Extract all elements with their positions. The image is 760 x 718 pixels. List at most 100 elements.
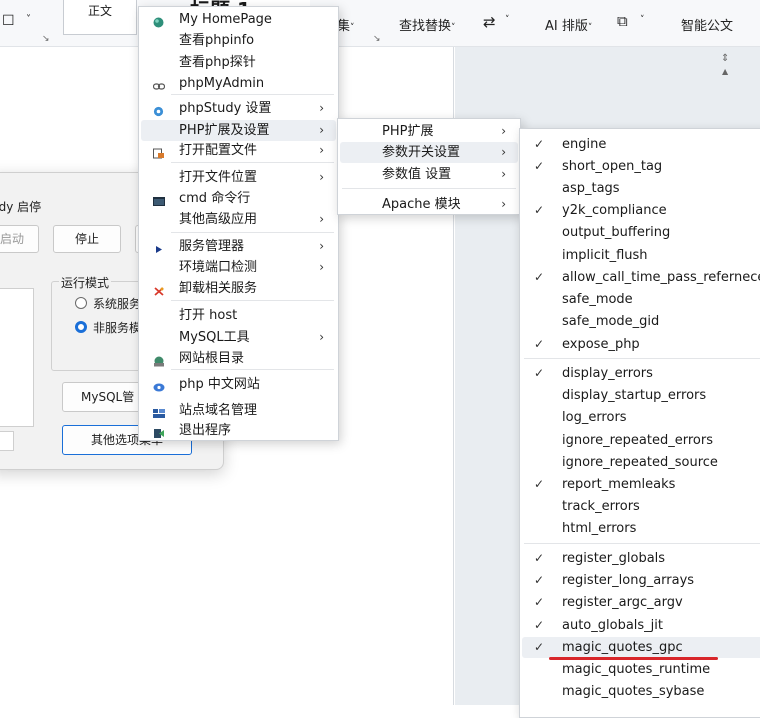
menu-item-10[interactable]: 其他高级应用 › [141,209,336,230]
menu-item-label: ignore_repeated_source [562,455,718,470]
menu-item-17[interactable]: php 中文网站 [141,374,336,395]
menu-item-9[interactable]: cmd 命令行 [141,188,336,209]
menu-item-label: 参数值 设置 [382,167,452,182]
menu-item-label: register_argc_argv [562,595,683,610]
param-engine[interactable]: ✓ engine [522,134,760,155]
chevron-down-icon: ˅ [350,23,355,33]
menu-separator [524,358,760,359]
param-display-startup-errors[interactable]: display_startup_errors [522,385,760,406]
stop-button[interactable]: 停止 [53,225,121,253]
menu-item-11[interactable]: 服务管理器 › [141,236,336,257]
menu-item-18[interactable]: 站点域名管理 [141,400,336,421]
chevron-right-icon: › [319,123,324,137]
chevron-right-icon: › [319,143,324,157]
menu-separator [342,188,516,189]
menu-item-label: 打开文件位置 [179,170,258,185]
php-submenu-item-4[interactable]: Apache 模块 › [340,194,518,215]
menu-item-8[interactable]: 打开文件位置 › [141,167,336,188]
menu-item-6[interactable]: PHP扩展及设置 › [141,120,336,141]
param-auto-globals-jit[interactable]: ✓ auto_globals_jit [522,615,760,636]
check-icon: ✓ [534,159,545,173]
php-submenu-item-1[interactable]: PHP扩展 › [340,121,518,142]
menu-item-label: safe_mode_gid [562,314,660,329]
param-short-open-tag[interactable]: ✓ short_open_tag [522,156,760,177]
menu-item-label: asp_tags [562,181,620,196]
scroll-up-icon[interactable]: ▲ [722,67,728,76]
param-log-errors[interactable]: log_errors [522,407,760,428]
param-y2k-compliance[interactable]: ✓ y2k_compliance [522,200,760,221]
param-expose-php[interactable]: ✓ expose_php [522,334,760,355]
menu-item-label: MySQL工具 [179,330,250,345]
php-submenu-item-2[interactable]: 参数开关设置 › [340,142,518,163]
paragraph-icon[interactable]: ☐ [2,13,15,29]
menu-item-label: safe_mode [562,292,633,307]
param-register-globals[interactable]: ✓ register_globals [522,548,760,569]
chevron-right-icon: › [501,145,506,159]
panel-scroll-controls[interactable]: ⇕ ▲ [716,47,738,127]
param-safe-mode-gid[interactable]: safe_mode_gid [522,311,760,332]
menu-item-19[interactable]: 退出程序 [141,420,336,441]
link-icon [152,78,166,90]
param-implicit-flush[interactable]: implicit_flush [522,245,760,266]
exit-icon [153,425,164,438]
param-ignore-repeated-errors[interactable]: ignore_repeated_errors [522,430,760,451]
stop-button-label: 停止 [74,232,99,246]
annotation-underline [549,657,718,660]
menu-item-12[interactable]: 环境端口检测 › [141,257,336,278]
folder-globe-icon [153,353,164,367]
menu-item-14[interactable]: 打开 host [141,305,336,326]
param-magic-quotes-runtime[interactable]: magic_quotes_runtime [522,659,760,680]
chevron-right-icon: › [501,197,506,211]
menu-separator [171,162,334,163]
non-service-label: 非服务模 [93,321,142,335]
find-replace-button[interactable]: 查找替换˅ [399,15,456,34]
menu-item-label: 打开 host [179,308,238,323]
convert-icon[interactable]: ⇄ [483,13,496,31]
chevron-down-icon[interactable]: ˅ [640,15,645,25]
menu-item-3[interactable]: 查看php探针 [141,52,336,73]
param-register-long-arrays[interactable]: ✓ register_long_arrays [522,570,760,591]
chevron-down-icon[interactable]: ˅ [26,14,31,25]
collection-button[interactable]: 集˅ [337,15,355,34]
php-submenu-item-3[interactable]: 参数值 设置 › [340,164,518,185]
menu-item-5[interactable]: phpStudy 设置 › [141,98,336,119]
menu-item-15[interactable]: MySQL工具 › [141,327,336,348]
system-service-radio[interactable] [75,297,87,309]
param-report-memleaks[interactable]: ✓ report_memleaks [522,474,760,495]
param-display-errors[interactable]: ✓ display_errors [522,363,760,384]
menu-item-16[interactable]: 网站根目录 [141,348,336,369]
param-html-errors[interactable]: html_errors [522,518,760,539]
collapse-icon[interactable]: ⇕ [721,53,729,64]
param-output-buffering[interactable]: output_buffering [522,222,760,243]
param-magic-quotes-sybase[interactable]: magic_quotes_sybase [522,681,760,702]
dialog-launcher-icon[interactable]: ↘ [373,34,381,44]
param-ignore-repeated-source[interactable]: ignore_repeated_source [522,452,760,473]
run-mode-label: 运行模式 [59,274,112,291]
chevron-right-icon: › [319,212,324,226]
menu-item-label: php 中文网站 [179,377,260,392]
ai-layout-button[interactable]: AI 排版˅ [545,15,592,34]
param-safe-mode[interactable]: safe_mode [522,289,760,310]
menu-item-13[interactable]: 卸载相关服务 [141,278,336,299]
menu-item-2[interactable]: 查看phpinfo [141,30,336,51]
param-asp-tags[interactable]: asp_tags [522,178,760,199]
menu-item-label: magic_quotes_sybase [562,684,705,699]
param-allow-call-time-pass-refernece[interactable]: ✓ allow_call_time_pass_refernece [522,267,760,288]
param-magic-quotes-gpc[interactable]: ✓ magic_quotes_gpc [522,637,760,658]
param-register-argc-argv[interactable]: ✓ register_argc_argv [522,592,760,613]
menu-item-4[interactable]: phpMyAdmin [141,73,336,94]
menu-item-label: 查看phpinfo [179,33,255,48]
menu-item-7[interactable]: 打开配置文件 › [141,140,336,161]
menu-item-label: report_memleaks [562,477,676,492]
chevron-down-icon[interactable]: ˅ [505,15,510,25]
non-service-radio[interactable] [75,321,87,333]
style-normal[interactable]: 正文 [63,0,137,35]
menu-item-1[interactable]: My HomePage [141,9,336,30]
dialog-launcher-icon[interactable]: ↘ [42,34,50,44]
param-track-errors[interactable]: track_errors [522,496,760,517]
chevron-right-icon: › [501,124,506,138]
start-button[interactable]: 启动 [0,225,39,253]
path-field[interactable] [0,431,14,451]
smart-doc-button[interactable]: 智能公文 [681,15,733,34]
shapes-icon[interactable]: ⧉ [617,12,628,30]
